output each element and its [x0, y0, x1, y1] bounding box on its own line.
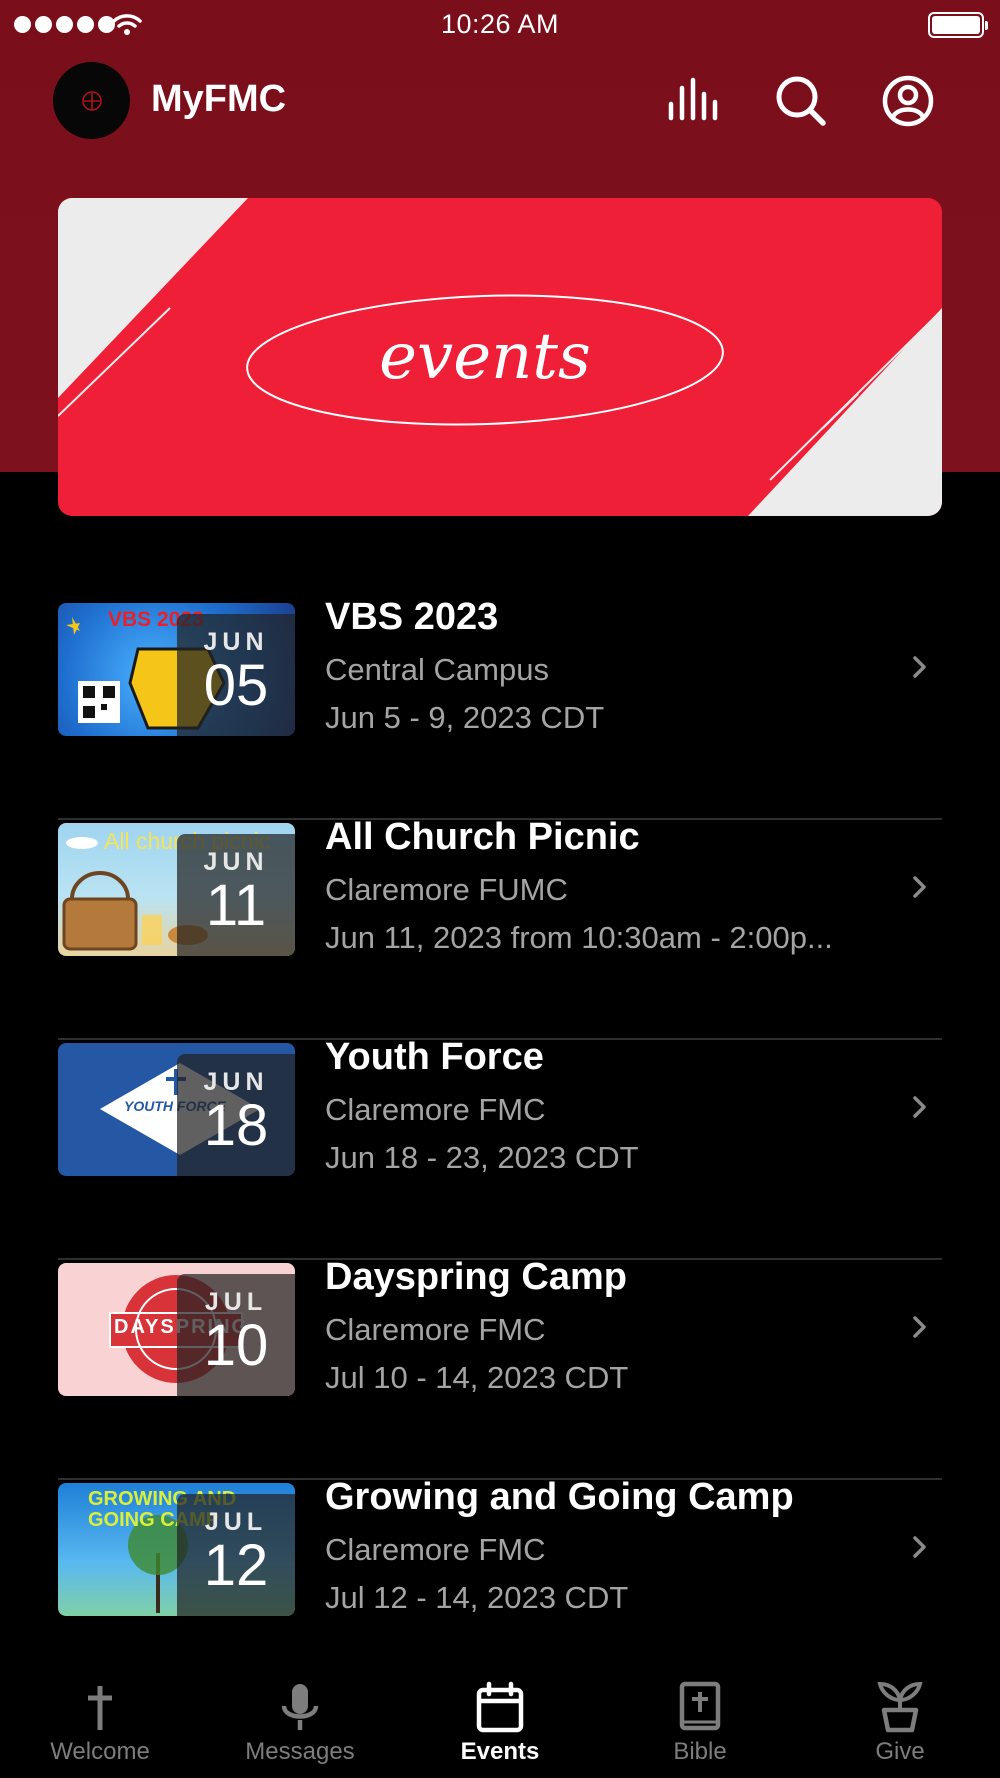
event-location: Claremore FMC [325, 1532, 546, 1567]
event-day: 12 [203, 1533, 269, 1598]
event-list: VBS 2023 JUN 05 VBS 2023 Central Campus … [58, 596, 942, 1700]
chevron-right-icon [913, 1536, 926, 1558]
tab-messages[interactable]: Messages [200, 1660, 400, 1778]
banner-title: events [379, 320, 591, 394]
event-title: Dayspring Camp [325, 1256, 627, 1298]
event-row-all-church-picnic[interactable]: All church picnic JUN 11 All Church Picn… [58, 816, 942, 1040]
event-title: Growing and Going Camp [325, 1476, 794, 1518]
event-dates: Jun 18 - 23, 2023 CDT [325, 1140, 639, 1175]
chevron-right-icon [913, 1316, 926, 1338]
event-thumbnail: VBS 2023 JUN 05 [58, 603, 295, 736]
battery-icon [928, 12, 988, 38]
audio-levels-icon[interactable] [668, 74, 722, 128]
event-day: 11 [205, 873, 267, 938]
event-location: Central Campus [325, 652, 549, 687]
status-bar: 10:26 AM [0, 0, 1000, 50]
tab-give[interactable]: Give [800, 1660, 1000, 1778]
tab-label: Messages [245, 1738, 355, 1765]
account-icon[interactable] [881, 74, 935, 128]
tab-label: Events [460, 1738, 540, 1765]
chevron-right-icon [913, 876, 926, 898]
event-location: Claremore FMC [325, 1092, 546, 1127]
tab-welcome[interactable]: Welcome [0, 1660, 200, 1778]
tab-label: Welcome [50, 1738, 150, 1765]
event-thumbnail: DAYSPRING JUL 10 [58, 1263, 295, 1396]
tab-events[interactable]: Events [400, 1660, 600, 1778]
date-badge: JUN 18 [177, 1054, 295, 1176]
event-thumbnail: All church picnic JUN 11 [58, 823, 295, 956]
event-thumbnail: YOUTH FORCE JUN 18 [58, 1043, 295, 1176]
cross-icon [88, 1686, 112, 1730]
event-dates: Jul 12 - 14, 2023 CDT [325, 1580, 629, 1615]
event-title: VBS 2023 [325, 596, 499, 638]
chevron-right-icon [913, 1096, 926, 1118]
app-header: MyFMC [0, 58, 1000, 148]
tab-bar: Welcome Messages Events Bible Give [0, 1660, 1000, 1778]
events-banner: events [58, 198, 942, 516]
event-location: Claremore FMC [325, 1312, 546, 1347]
date-badge: JUL 12 [177, 1494, 295, 1616]
date-badge: JUL 10 [177, 1274, 295, 1396]
microphone-icon [281, 1684, 319, 1730]
event-day: 18 [203, 1093, 269, 1158]
event-row-vbs-2023[interactable]: VBS 2023 JUN 05 VBS 2023 Central Campus … [58, 596, 942, 820]
event-dates: Jun 5 - 9, 2023 CDT [325, 700, 605, 735]
tab-bible[interactable]: Bible [600, 1660, 800, 1778]
bible-icon [679, 1681, 721, 1731]
chevron-right-icon [913, 656, 926, 678]
plant-icon [877, 1681, 923, 1733]
event-row-youth-force[interactable]: YOUTH FORCE JUN 18 Youth Force Claremore… [58, 1036, 942, 1260]
date-badge: JUN 11 [177, 834, 295, 956]
search-icon[interactable] [774, 74, 828, 128]
event-title: Youth Force [325, 1036, 544, 1078]
event-title: All Church Picnic [325, 816, 640, 858]
event-day: 05 [203, 653, 269, 718]
event-location: Claremore FUMC [325, 872, 568, 907]
date-badge: JUN 05 [177, 614, 295, 736]
app-title: MyFMC [151, 78, 287, 120]
status-time: 10:26 AM [440, 9, 560, 39]
event-row-dayspring-camp[interactable]: DAYSPRING JUL 10 Dayspring Camp Claremor… [58, 1256, 942, 1480]
event-day: 10 [203, 1313, 269, 1378]
event-dates: Jun 11, 2023 from 10:30am - 2:00p... [325, 920, 833, 955]
calendar-icon [476, 1681, 524, 1733]
tab-label: Bible [673, 1738, 727, 1765]
logo-cross-icon [81, 90, 102, 111]
church-logo[interactable] [53, 62, 130, 139]
event-thumbnail: GROWING AND GOING CAMP JUL 12 [58, 1483, 295, 1616]
tab-label: Give [875, 1738, 925, 1765]
event-dates: Jul 10 - 14, 2023 CDT [325, 1360, 629, 1395]
